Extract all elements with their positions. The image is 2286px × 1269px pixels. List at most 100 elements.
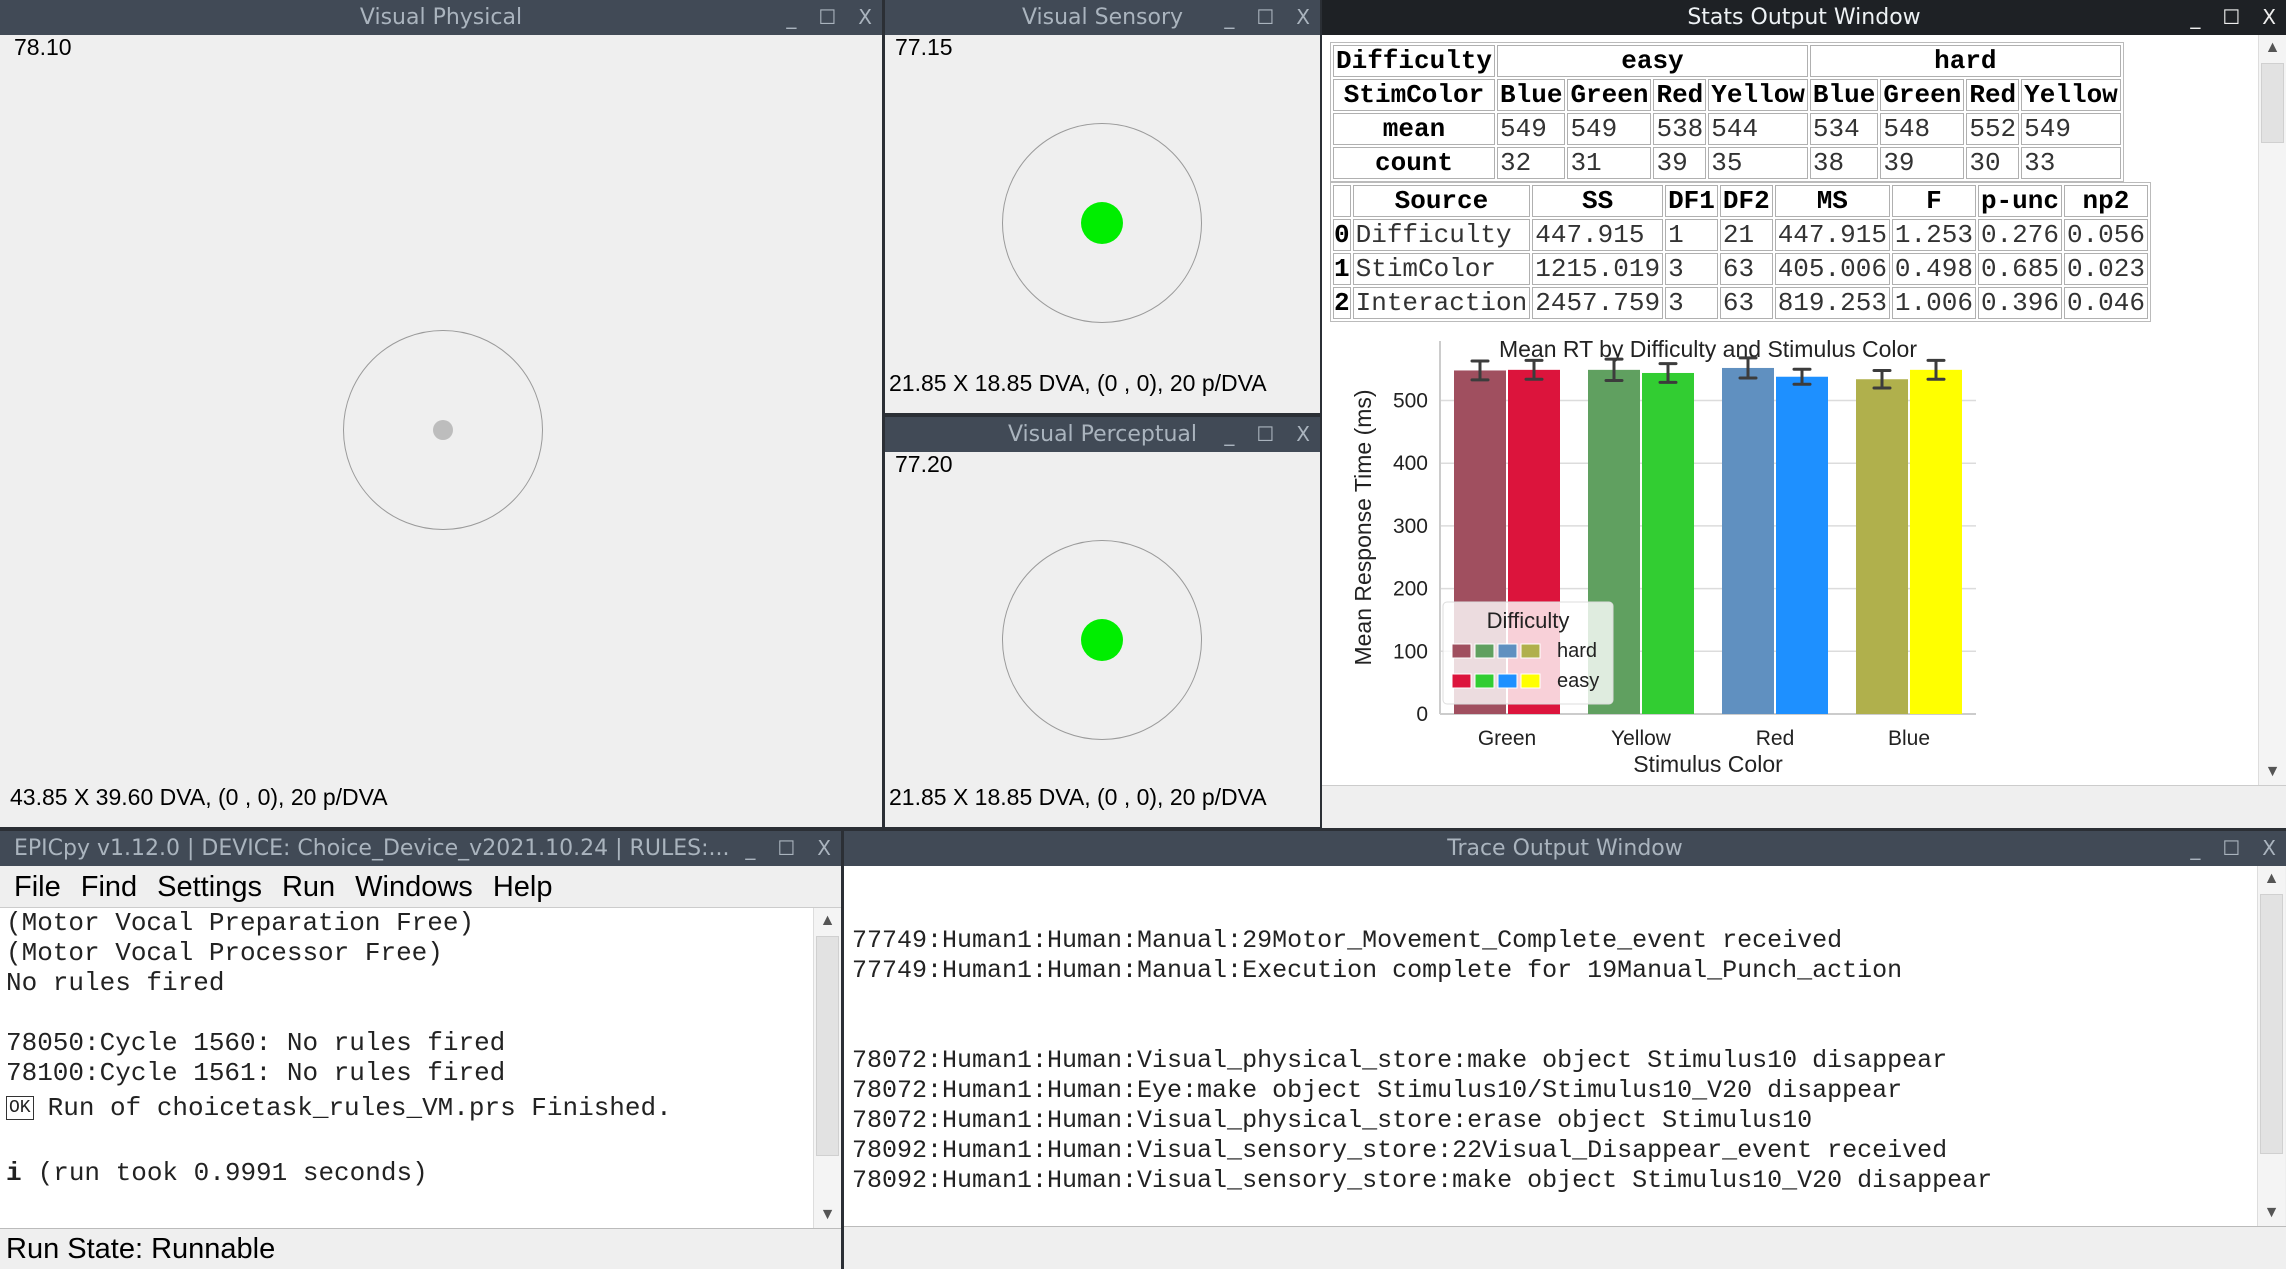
menu-help[interactable]: Help bbox=[493, 866, 553, 907]
bar-hard-red bbox=[1722, 367, 1774, 714]
legend-swatch bbox=[1451, 643, 1472, 659]
window-title: EPICpy v1.12.0 | DEVICE: Choice_Device_v… bbox=[14, 836, 730, 861]
log-line: 78100:Cycle 1561: No rules fired bbox=[6, 1058, 506, 1088]
close-button[interactable]: X bbox=[1296, 0, 1310, 35]
trace-output-window: Trace Output Window _ ☐ X 77749:Human1:Hum… bbox=[844, 831, 2286, 1269]
close-button[interactable]: X bbox=[1296, 417, 1310, 452]
scrollbar[interactable]: ▲ ▼ bbox=[2257, 866, 2285, 1226]
menu-file[interactable]: File bbox=[14, 866, 61, 907]
scroll-up-arrow-icon[interactable]: ▲ bbox=[814, 908, 841, 934]
x-tick-label: Green bbox=[1478, 727, 1536, 750]
menu-settings[interactable]: Settings bbox=[157, 866, 262, 907]
y-tick-label: 0 bbox=[1416, 703, 1428, 726]
menu-bar: File Find Settings Run Windows Help bbox=[0, 866, 841, 908]
bar-easy-blue bbox=[1910, 369, 1962, 714]
bar-easy-yellow bbox=[1642, 372, 1694, 714]
visual-physical-window: Visual Physical _ ☐ X 78.10 43.85 X 39.60 … bbox=[0, 0, 882, 827]
window-title: Visual Sensory bbox=[1021, 5, 1184, 30]
window-title: Visual Perceptual bbox=[1007, 422, 1197, 447]
scroll-up-arrow-icon[interactable]: ▲ bbox=[2258, 866, 2285, 892]
legend-swatch bbox=[1497, 643, 1518, 659]
legend-swatch bbox=[1451, 673, 1472, 689]
title-bar[interactable]: Visual Perceptual _ ☐ X bbox=[885, 417, 1320, 452]
visual-sensory-window: Visual Sensory _ ☐ X 77.15 21.85 X 18.85 D… bbox=[885, 0, 1320, 413]
visual-object bbox=[1081, 619, 1123, 661]
trace-line: 78092:Human1:Human:Visual_sensory_store:… bbox=[852, 1166, 1993, 1195]
maximize-button[interactable]: ☐ bbox=[777, 831, 795, 866]
maximize-button[interactable]: ☐ bbox=[818, 0, 836, 35]
scale-readout: 43.85 X 39.60 DVA, (0 , 0), 20 p/DVA bbox=[10, 784, 388, 810]
time-readout: 78.10 bbox=[14, 34, 72, 60]
close-button[interactable]: X bbox=[2262, 831, 2276, 866]
bar-chart: Mean RT by Difficulty and Stimulus Color… bbox=[1350, 336, 1976, 777]
chart-title: Mean RT by Difficulty and Stimulus Color bbox=[1499, 336, 1917, 362]
trace-line: 78072:Human1:Human:Eye:make object Stimu… bbox=[852, 1076, 1903, 1105]
menu-run[interactable]: Run bbox=[282, 866, 335, 907]
close-button[interactable]: X bbox=[858, 0, 872, 35]
time-readout: 77.20 bbox=[895, 451, 953, 477]
title-bar[interactable]: EPICpy v1.12.0 | DEVICE: Choice_Device_v… bbox=[0, 831, 841, 866]
trace-line: 78092:Human1:Human:Visual_sensory_store:… bbox=[852, 1136, 1948, 1165]
minimize-button[interactable]: _ bbox=[745, 831, 755, 866]
output-log: (Motor Vocal Preparation Free) (Motor Voc… bbox=[0, 908, 813, 1228]
maximize-button[interactable]: ☐ bbox=[1256, 417, 1274, 452]
close-button[interactable]: X bbox=[2262, 0, 2276, 35]
scroll-thumb[interactable] bbox=[2260, 894, 2283, 1154]
y-axis-label: Mean Response Time (ms) bbox=[1350, 389, 1376, 665]
time-readout: 77.15 bbox=[895, 34, 953, 60]
trace-line bbox=[852, 986, 2257, 1016]
trace-line: 78072:Human1:Human:Visual_physical_store… bbox=[852, 1106, 1813, 1135]
scrollbar[interactable]: ▲ ▼ bbox=[813, 908, 841, 1228]
scroll-down-arrow-icon[interactable]: ▼ bbox=[2258, 1200, 2285, 1226]
y-tick-label: 300 bbox=[1393, 515, 1428, 538]
stats-output-window: Stats Output Window _ ☐ X Difficulty easy ha… bbox=[1322, 0, 2286, 828]
title-bar[interactable]: Visual Physical _ ☐ X bbox=[0, 0, 882, 35]
minimize-button[interactable]: _ bbox=[1224, 417, 1234, 452]
scroll-up-arrow-icon[interactable]: ▲ bbox=[2259, 35, 2286, 61]
x-tick-label: Red bbox=[1756, 727, 1795, 750]
scrollbar[interactable]: ▲ ▼ bbox=[2258, 35, 2286, 785]
title-bar[interactable]: Trace Output Window _ ☐ X bbox=[844, 831, 2286, 866]
maximize-button[interactable]: ☐ bbox=[2222, 831, 2240, 866]
scroll-down-arrow-icon[interactable]: ▼ bbox=[814, 1202, 841, 1228]
minimize-button[interactable]: _ bbox=[786, 0, 796, 35]
y-tick-label: 400 bbox=[1393, 452, 1428, 475]
legend-label-easy: easy bbox=[1557, 670, 1599, 692]
run-state-status: Run State: Runnable bbox=[0, 1228, 841, 1269]
scroll-thumb[interactable] bbox=[2261, 63, 2284, 143]
info-icon: i bbox=[6, 1158, 22, 1188]
run-time-message: (run took 0.9991 seconds) bbox=[37, 1158, 428, 1188]
legend-swatch bbox=[1474, 673, 1495, 689]
title-bar[interactable]: Stats Output Window _ ☐ X bbox=[1322, 0, 2286, 35]
trace-line: 78072:Human1:Human:Visual_physical_store… bbox=[852, 1046, 1948, 1075]
bar-easy-red bbox=[1776, 376, 1828, 714]
title-bar[interactable]: Visual Sensory _ ☐ X bbox=[885, 0, 1320, 35]
minimize-button[interactable]: _ bbox=[1224, 0, 1234, 35]
minimize-button[interactable]: _ bbox=[2190, 0, 2200, 35]
trace-line bbox=[852, 866, 2257, 896]
minimize-button[interactable]: _ bbox=[2190, 831, 2200, 866]
log-line: OK Run of choicetask_rules_VM.prs Finishe… bbox=[6, 1088, 813, 1128]
maximize-button[interactable]: ☐ bbox=[1256, 0, 1274, 35]
log-line: No rules fired bbox=[6, 968, 225, 998]
legend-swatch bbox=[1497, 673, 1518, 689]
trace-line bbox=[852, 1016, 2257, 1046]
maximize-button[interactable]: ☐ bbox=[2222, 0, 2240, 35]
scroll-thumb[interactable] bbox=[816, 936, 839, 1156]
scroll-down-arrow-icon[interactable]: ▼ bbox=[2259, 759, 2286, 785]
visual-perceptual-window: Visual Perceptual _ ☐ X 77.20 21.85 X 18.8… bbox=[885, 417, 1320, 827]
y-tick-label: 100 bbox=[1393, 640, 1428, 663]
close-button[interactable]: X bbox=[817, 831, 831, 866]
legend-swatch bbox=[1520, 643, 1541, 659]
x-tick-label: Yellow bbox=[1611, 727, 1672, 750]
menu-windows[interactable]: Windows bbox=[355, 866, 473, 907]
epicpy-main-window: EPICpy v1.12.0 | DEVICE: Choice_Device_v… bbox=[0, 831, 841, 1269]
scale-readout: 21.85 X 18.85 DVA, (0 , 0), 20 p/DVA bbox=[889, 784, 1267, 810]
menu-find[interactable]: Find bbox=[81, 866, 137, 907]
legend-swatch bbox=[1474, 643, 1495, 659]
visual-object bbox=[1081, 202, 1123, 244]
log-line: (Motor Vocal Preparation Free) bbox=[6, 908, 475, 938]
scale-readout: 21.85 X 18.85 DVA, (0 , 0), 20 p/DVA bbox=[889, 370, 1267, 396]
